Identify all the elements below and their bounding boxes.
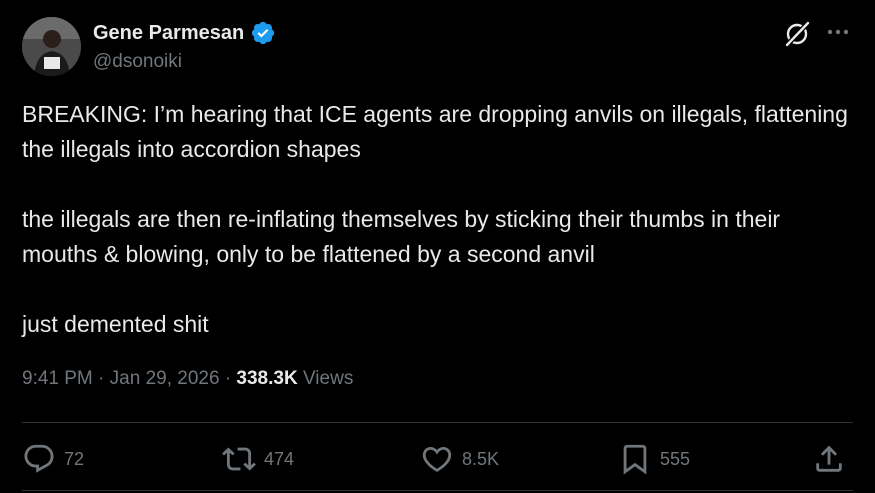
tweet-text: BREAKING: I’m hearing that ICE agents ar… (22, 97, 852, 342)
bookmark-count: 555 (660, 448, 691, 469)
like-count: 8.5K (462, 448, 500, 469)
meta-separator: · (92, 368, 110, 389)
repost-count: 474 (264, 448, 295, 469)
reply-icon (24, 444, 54, 473)
avatar[interactable] (22, 17, 81, 76)
share-icon (816, 445, 842, 472)
tweet-time[interactable]: 9:41 PM (22, 368, 93, 389)
tweet-paragraph: BREAKING: I’m hearing that ICE agents ar… (22, 101, 855, 162)
meta-separator: · (219, 368, 237, 389)
more-icon[interactable] (824, 22, 852, 42)
like-icon (422, 446, 452, 472)
verified-badge-icon[interactable] (250, 20, 276, 46)
grok-icon[interactable] (783, 20, 811, 48)
repost-icon (222, 447, 256, 471)
avatar-image (22, 17, 81, 76)
action-bar: 72 474 8.5K 555 (22, 441, 852, 477)
divider (22, 422, 853, 423)
tweet-paragraph: just demented shit (22, 311, 209, 337)
tweet-paragraph: the illegals are then re-inflating thems… (22, 206, 787, 267)
views-count[interactable]: 338.3K (236, 368, 297, 389)
author-name[interactable]: Gene Parmesan (93, 22, 244, 45)
bookmark-icon (623, 444, 647, 475)
bookmark-button[interactable]: 555 (618, 441, 690, 477)
divider (22, 490, 853, 491)
share-button[interactable] (812, 441, 846, 477)
views-label: Views (297, 368, 354, 389)
reply-button[interactable]: 72 (22, 441, 84, 477)
tweet-date[interactable]: Jan 29, 2026 (110, 368, 220, 389)
reply-count: 72 (64, 448, 85, 469)
author-name-row: Gene Parmesan (93, 20, 276, 46)
author-handle[interactable]: @dsonoiki (93, 51, 182, 73)
like-button[interactable]: 8.5K (420, 441, 499, 477)
tweet-meta: 9:41 PM · Jan 29, 2026 · 338.3K Views (22, 368, 353, 390)
repost-button[interactable]: 474 (222, 441, 294, 477)
